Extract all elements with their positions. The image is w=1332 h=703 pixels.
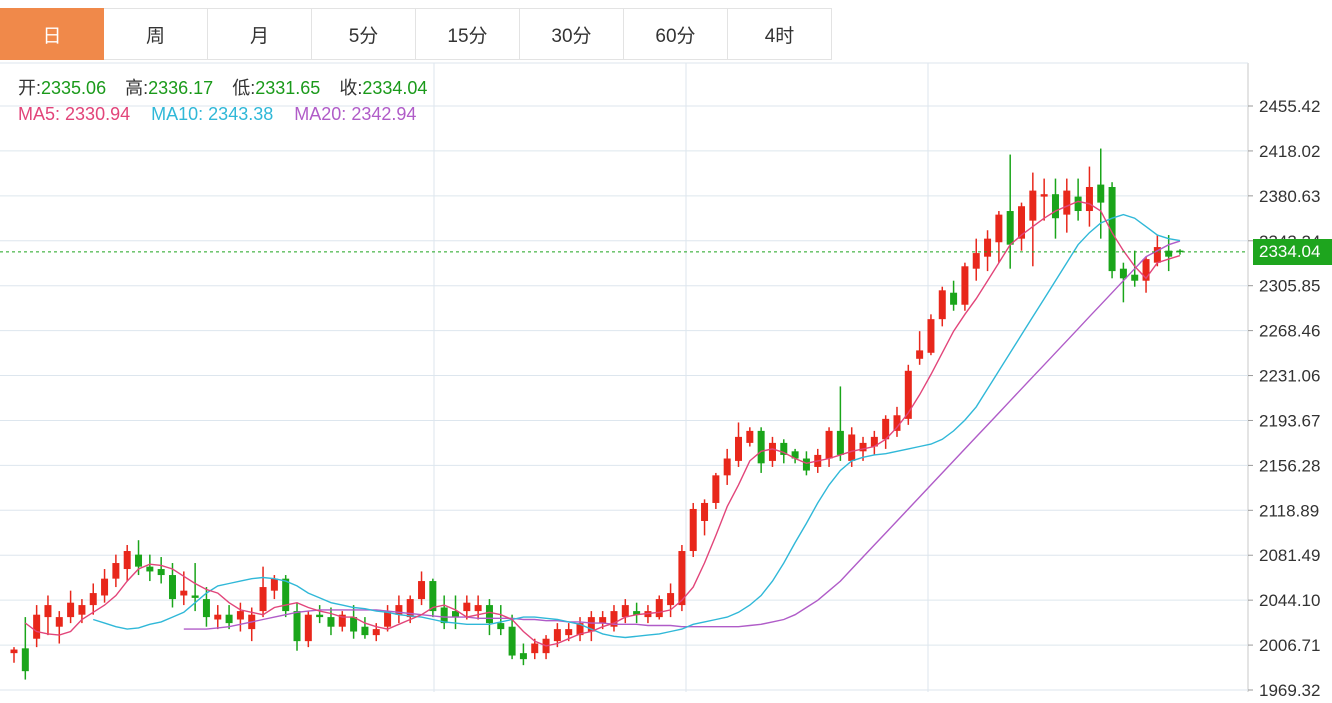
candle-body bbox=[1085, 186, 1093, 212]
candle-body bbox=[21, 648, 29, 672]
candle-body bbox=[180, 590, 188, 596]
candle-body bbox=[825, 430, 833, 459]
candle-body bbox=[621, 605, 629, 618]
y-tick-label: 2081.49 bbox=[1259, 546, 1320, 565]
candle-body bbox=[33, 614, 41, 639]
candle-body bbox=[972, 253, 980, 269]
candle-body bbox=[508, 626, 516, 656]
candle-body bbox=[655, 599, 663, 618]
ma10-line bbox=[92, 213, 1181, 639]
candle-body bbox=[55, 617, 63, 627]
candle-body bbox=[1006, 211, 1014, 245]
candle-body bbox=[701, 502, 709, 521]
candle-body bbox=[157, 569, 165, 576]
candle-body bbox=[225, 614, 233, 624]
candle-body bbox=[214, 614, 222, 620]
candle-body bbox=[418, 581, 426, 600]
last-price-tag: 2334.04 bbox=[1253, 238, 1332, 265]
candle-body bbox=[519, 653, 527, 660]
candle-body bbox=[67, 602, 75, 618]
candle-body bbox=[372, 629, 380, 636]
candle-body bbox=[746, 430, 754, 443]
candle-body bbox=[350, 617, 358, 632]
candle-body bbox=[1097, 184, 1105, 203]
candle-body bbox=[712, 475, 720, 503]
candle-body bbox=[1063, 190, 1071, 215]
candle-body bbox=[1074, 196, 1082, 212]
candle-body bbox=[735, 436, 743, 461]
y-tick-label: 2455.42 bbox=[1259, 97, 1320, 116]
candle-body bbox=[78, 605, 86, 615]
candle-body bbox=[938, 290, 946, 320]
y-tick-label: 2305.85 bbox=[1259, 277, 1320, 296]
candle-body bbox=[1119, 268, 1127, 279]
candle-body bbox=[927, 319, 935, 353]
candle-body bbox=[950, 292, 958, 305]
y-tick-label: 2006.71 bbox=[1259, 636, 1320, 655]
candle-body bbox=[916, 350, 924, 359]
candle-body bbox=[44, 605, 52, 618]
candle-body bbox=[553, 629, 561, 642]
candle-body bbox=[361, 626, 369, 636]
candle-body bbox=[168, 575, 176, 600]
candle-body bbox=[984, 238, 992, 257]
y-tick-label: 2156.28 bbox=[1259, 456, 1320, 475]
candle-body bbox=[836, 430, 844, 455]
candle-body bbox=[316, 614, 324, 618]
candlestick-chart[interactable]: 2455.422418.022380.632343.242305.852268.… bbox=[0, 0, 1332, 703]
candle-body bbox=[293, 611, 301, 642]
y-tick-label: 2118.89 bbox=[1259, 501, 1319, 520]
candle-body bbox=[802, 458, 810, 471]
candle-body bbox=[565, 629, 573, 636]
candle-body bbox=[123, 551, 131, 570]
candle-body bbox=[191, 595, 199, 598]
candle-body bbox=[304, 614, 312, 642]
candle-body bbox=[1051, 194, 1059, 219]
candle-body bbox=[1040, 194, 1048, 197]
candle-body bbox=[689, 508, 697, 552]
candle-body bbox=[10, 649, 18, 654]
y-tick-label: 2380.63 bbox=[1259, 187, 1320, 206]
candle-body bbox=[112, 563, 120, 579]
candle-body bbox=[327, 617, 335, 627]
candle-body bbox=[531, 643, 539, 654]
y-tick-label: 1969.32 bbox=[1259, 681, 1320, 700]
y-tick-label: 2418.02 bbox=[1259, 142, 1320, 161]
candle-body bbox=[599, 617, 607, 624]
candle-body bbox=[259, 587, 267, 612]
candle-body bbox=[89, 593, 97, 606]
candle-body bbox=[146, 566, 154, 572]
candle-body bbox=[768, 442, 776, 461]
y-tick-label: 2231.06 bbox=[1259, 367, 1320, 386]
candle-body bbox=[757, 430, 765, 464]
candle-body bbox=[723, 458, 731, 476]
candle-body bbox=[848, 434, 856, 461]
candle-body bbox=[497, 623, 505, 630]
candle-body bbox=[202, 599, 210, 618]
candle-body bbox=[485, 605, 493, 624]
candle-body bbox=[474, 605, 482, 612]
candle-body bbox=[463, 602, 471, 612]
ma5-line bbox=[24, 200, 1181, 647]
candle-body bbox=[101, 578, 109, 596]
candle-body bbox=[995, 214, 1003, 243]
y-tick-label: 2268.46 bbox=[1259, 322, 1320, 341]
candle-body bbox=[270, 578, 278, 591]
candle-body bbox=[667, 593, 675, 606]
candle-body bbox=[1029, 190, 1037, 221]
y-tick-label: 2193.67 bbox=[1259, 411, 1320, 430]
candle-body bbox=[135, 554, 143, 567]
candle-body bbox=[236, 611, 244, 620]
y-tick-label: 2044.10 bbox=[1259, 591, 1320, 610]
candle-body bbox=[961, 266, 969, 305]
candle-body bbox=[1131, 274, 1139, 281]
